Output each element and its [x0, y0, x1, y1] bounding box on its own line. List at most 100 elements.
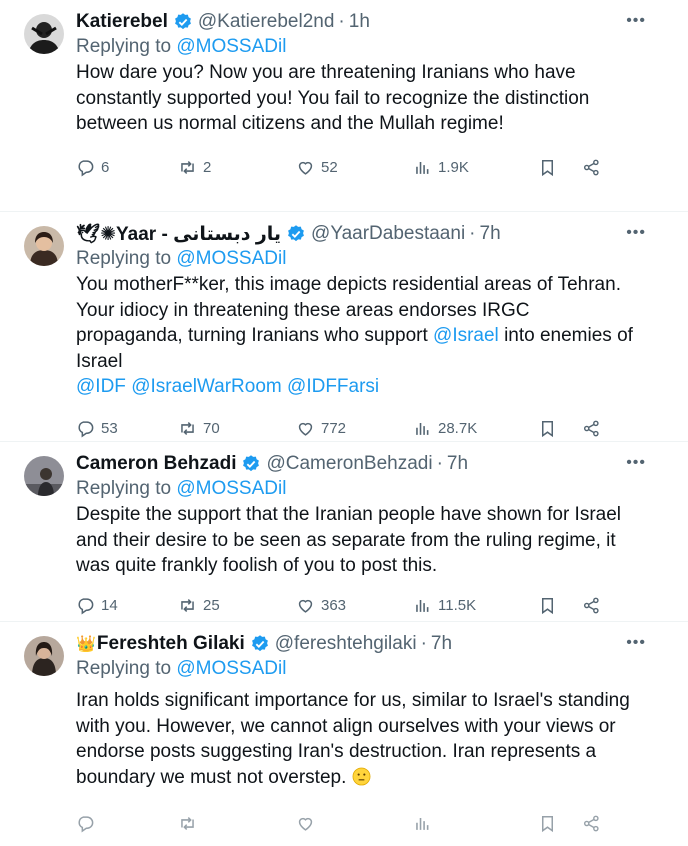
avatar[interactable]	[24, 636, 64, 676]
like-icon	[296, 158, 315, 177]
reply-icon	[76, 814, 95, 833]
mention-link[interactable]: @Israel	[433, 325, 499, 346]
views-button[interactable]: 11.5K	[413, 596, 538, 615]
like-button[interactable]: 363	[296, 596, 413, 615]
replying-to: Replying to @MOSSADil	[76, 476, 644, 502]
more-options-icon[interactable]: •••	[626, 13, 646, 29]
bookmark-icon	[538, 814, 557, 833]
tweet-text: You motherF**ker, this image depicts res…	[76, 272, 636, 400]
bookmark-button[interactable]	[538, 419, 582, 438]
emoji-icon	[352, 767, 371, 785]
reply-icon	[76, 158, 95, 177]
replying-to-mention[interactable]: @MOSSADil	[176, 248, 286, 269]
reply-button[interactable]	[76, 814, 178, 833]
view-count: 1.9K	[438, 159, 469, 176]
verified-badge-icon	[173, 12, 193, 32]
like-button[interactable]: 772	[296, 419, 413, 438]
retweet-count: 70	[203, 420, 220, 437]
share-icon	[582, 158, 601, 177]
timestamp[interactable]: 1h	[349, 11, 370, 33]
separator-dot: ·	[469, 223, 476, 244]
display-name[interactable]: 🕊✺Yaar - یار دبستانی	[76, 222, 281, 246]
retweet-icon	[178, 419, 197, 438]
share-button[interactable]	[582, 158, 607, 177]
like-count: 363	[321, 597, 347, 614]
mention-link[interactable]: @IsraelWarRoom	[131, 376, 282, 397]
action-bar	[76, 800, 644, 846]
avatar[interactable]	[24, 456, 64, 496]
more-options-icon[interactable]: •••	[626, 455, 646, 471]
tweet[interactable]: ••• Katierebel @Katierebel2nd · 1h Reply…	[0, 0, 688, 212]
display-name[interactable]: Cameron Behzadi	[76, 453, 236, 475]
user-handle[interactable]: @CameronBehzadi	[266, 453, 432, 475]
replying-to-label: Replying to	[76, 36, 172, 57]
replying-to: Replying to @MOSSADil	[76, 656, 644, 682]
replying-to: Replying to @MOSSADil	[76, 34, 644, 60]
retweet-button[interactable]	[178, 814, 296, 833]
like-icon	[296, 814, 315, 833]
bookmark-icon	[538, 419, 557, 438]
reply-button[interactable]: 14	[76, 596, 178, 615]
separator-dot: ·	[338, 11, 345, 32]
verified-badge-icon	[241, 454, 261, 474]
reply-count: 6	[101, 159, 110, 176]
share-button[interactable]	[582, 419, 607, 438]
retweet-icon	[178, 596, 197, 615]
timestamp[interactable]: 7h	[447, 453, 468, 475]
reply-icon	[76, 419, 95, 438]
retweet-button[interactable]: 2	[178, 158, 296, 177]
display-name[interactable]: Katierebel	[76, 11, 168, 33]
tweet[interactable]: ••• 🕊✺Yaar - یار دبستانی @YaarDabestaani…	[0, 212, 688, 442]
like-button[interactable]: 52	[296, 158, 413, 177]
replying-to-mention[interactable]: @MOSSADil	[176, 36, 286, 57]
timestamp[interactable]: 7h	[431, 633, 452, 655]
bookmark-button[interactable]	[538, 814, 582, 833]
share-button[interactable]	[582, 814, 607, 833]
replying-to-label: Replying to	[76, 658, 172, 679]
tweet[interactable]: ••• 👑 Fereshteh Gilaki @fereshtehgilaki …	[0, 622, 688, 800]
replying-to: Replying to @MOSSADil	[76, 246, 644, 272]
more-options-icon[interactable]: •••	[626, 225, 646, 241]
tweet-text: Iran holds significant importance for us…	[76, 688, 636, 790]
retweet-button[interactable]: 25	[178, 596, 296, 615]
reply-button[interactable]: 6	[76, 158, 178, 177]
views-button[interactable]	[413, 814, 538, 833]
views-button[interactable]: 1.9K	[413, 158, 538, 177]
mention-link[interactable]: @IDF	[76, 376, 126, 397]
user-handle[interactable]: @Katierebel2nd	[198, 11, 335, 33]
views-button[interactable]: 28.7K	[413, 419, 538, 438]
tweet[interactable]: ••• Cameron Behzadi @CameronBehzadi · 7h…	[0, 442, 688, 622]
separator-dot: ·	[420, 633, 427, 654]
replying-to-label: Replying to	[76, 478, 172, 499]
bookmark-icon	[538, 596, 557, 615]
mention-link[interactable]: @IDFFarsi	[287, 376, 379, 397]
separator-dot: ·	[436, 453, 443, 474]
reply-button[interactable]: 53	[76, 419, 178, 438]
replying-to-mention[interactable]: @MOSSADil	[176, 658, 286, 679]
avatar[interactable]	[24, 226, 64, 266]
like-button[interactable]	[296, 814, 413, 833]
share-button[interactable]	[582, 596, 607, 615]
user-handle[interactable]: @fereshtehgilaki	[275, 633, 417, 655]
views-icon	[413, 814, 432, 833]
crown-emoji-icon: 👑	[76, 636, 96, 653]
display-name[interactable]: Fereshteh Gilaki	[97, 633, 245, 655]
reply-count: 53	[101, 420, 118, 437]
user-handle[interactable]: @YaarDabestaani	[311, 223, 465, 245]
avatar[interactable]	[24, 14, 64, 54]
verified-badge-icon	[250, 634, 270, 654]
bookmark-button[interactable]	[538, 158, 582, 177]
reply-count: 14	[101, 597, 118, 614]
share-icon	[582, 419, 601, 438]
bookmark-button[interactable]	[538, 596, 582, 615]
replying-to-label: Replying to	[76, 248, 172, 269]
replying-to-mention[interactable]: @MOSSADil	[176, 478, 286, 499]
retweet-count: 25	[203, 597, 220, 614]
tweet-text: Despite the support that the Iranian peo…	[76, 504, 622, 576]
view-count: 28.7K	[438, 420, 478, 437]
more-options-icon[interactable]: •••	[626, 635, 646, 651]
reply-icon	[76, 596, 95, 615]
retweet-button[interactable]: 70	[178, 419, 296, 438]
like-icon	[296, 419, 315, 438]
timestamp[interactable]: 7h	[480, 223, 501, 245]
